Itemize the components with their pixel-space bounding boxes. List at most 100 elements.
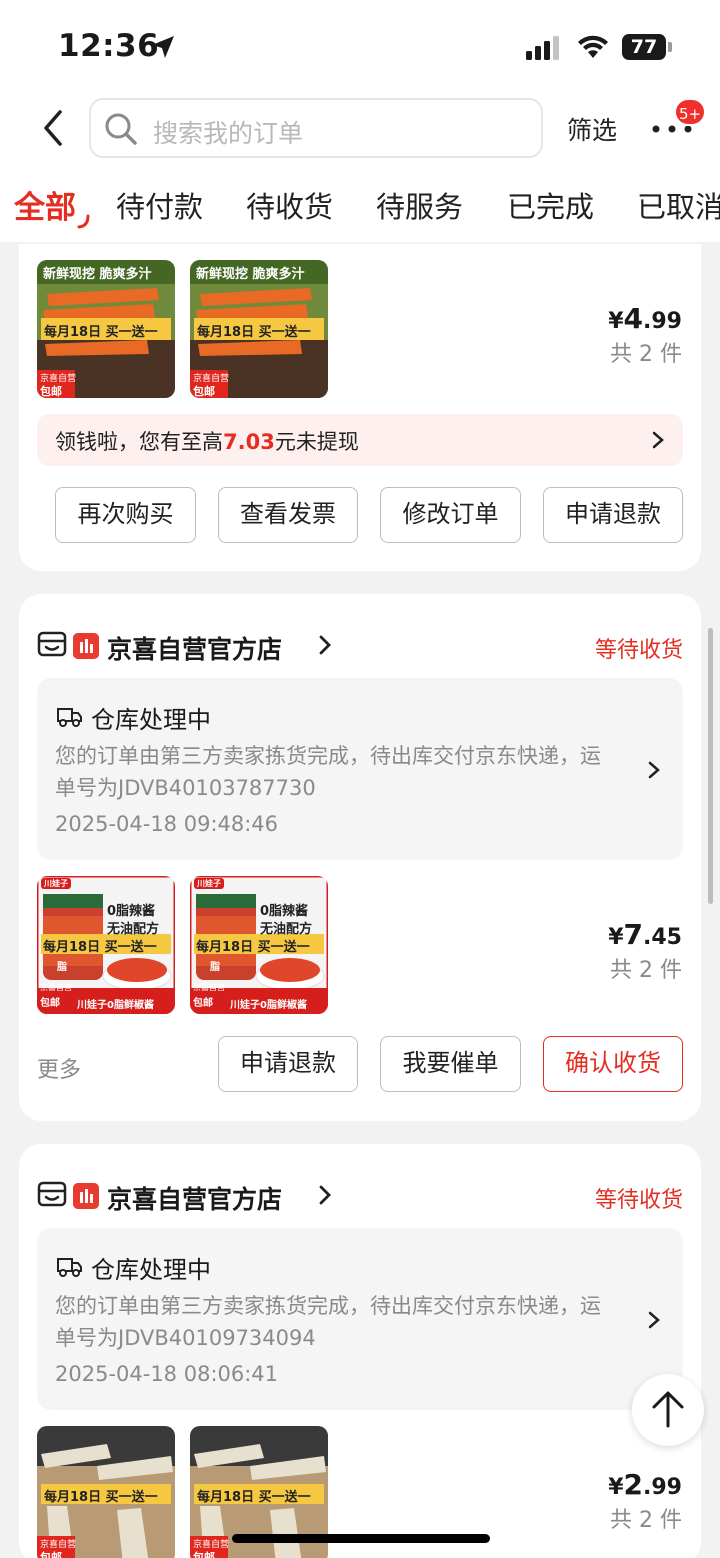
item-count: 共 2 件 [610,342,682,367]
product-jar-label: 脂 [210,962,220,973]
search-input[interactable]: 搜索我的订单 [89,98,543,158]
logistics-timestamp: 2025-04-18 09:48:46 [55,812,279,836]
product-jar-label: 脂 [57,962,67,973]
tab-completed[interactable]: 已完成 [507,184,594,226]
item-count: 共 2 件 [610,1508,682,1533]
clock: 12:36 [58,28,160,64]
product-promo: 每月18日 买一送一 [196,940,310,955]
product-caption: 川娃子0脂鲜椒酱 [230,1000,307,1011]
product-headline: 无油配方 [107,922,160,937]
buy-again-button[interactable]: 再次购买 [55,487,196,543]
truck-icon [57,1258,82,1277]
store-icon [37,1181,67,1207]
back-arrow-icon[interactable] [34,106,74,150]
order-price: ¥7.45 [608,918,682,951]
logistics-panel[interactable]: 仓库处理中 您的订单由第三方卖家拣货完成，待出库交付京东快递，运单号为JDVB4… [37,1228,683,1410]
currency-symbol: ¥ [608,925,624,950]
product-tag: 包邮 [193,998,213,1009]
price-integer: 2 [623,1468,644,1501]
product-banner: 新鲜现挖 脆爽多汁 [43,267,152,282]
price-decimal: .45 [643,925,682,950]
chevron-right-icon [652,431,664,449]
product-tag: 包邮 [40,385,62,398]
scrollbar[interactable] [708,628,713,904]
shop-logo-icon [73,633,99,659]
tab-pending-receipt[interactable]: 待收货 [246,184,333,226]
tab-pending-service[interactable]: 待服务 [376,184,463,226]
view-invoice-button[interactable]: 查看发票 [218,487,358,543]
product-brand: 川娃子 [41,878,71,889]
shop-header[interactable]: 京喜自营官方店 等待收货 [37,1180,683,1214]
product-promo: 每月18日 买一送一 [44,1490,158,1505]
cash-promo-banner[interactable]: 领钱啦，您有至高7.03元未提现 [37,414,683,466]
product-tag: 包邮 [193,1551,215,1558]
currency-symbol: ¥ [608,309,624,334]
search-placeholder: 搜索我的订单 [153,119,304,148]
product-thumbnail[interactable]: 新鲜现挖 脆爽多汁 每月18日 买一送一 京喜自营 包邮 [37,260,175,398]
request-refund-button[interactable]: 申请退款 [218,1036,358,1092]
currency-symbol: ¥ [608,1475,624,1500]
order-status: 等待收货 [594,638,683,663]
product-headline: 无油配方 [260,922,313,937]
product-tag: 包邮 [40,1551,62,1558]
order-card: 京喜自营官方店 等待收货 仓库处理中 您的订单由第三方卖家拣货完成，待出库交付京… [19,1144,701,1558]
home-indicator[interactable] [232,1534,490,1543]
logistics-title: 仓库处理中 [91,706,211,734]
shop-header[interactable]: 京喜自营官方店 等待收货 [37,630,683,664]
chevron-right-icon [648,761,660,779]
back-to-top-button[interactable] [632,1374,704,1446]
location-arrow-icon [152,36,174,58]
promo-text: 领钱啦，您有至高7.03元未提现 [55,426,359,456]
product-promo: 每月18日 买一送一 [43,940,157,955]
product-tag: 京喜自营 [40,983,72,992]
order-price: ¥4.99 [608,302,682,335]
search-icon [105,113,137,145]
order-card: 京喜自营官方店 等待收货 仓库处理中 您的订单由第三方卖家拣货完成，待出库交付京… [19,594,701,1121]
urge-order-button[interactable]: 我要催单 [380,1036,521,1092]
product-promo: 每月18日 买一送一 [197,1490,311,1505]
item-count: 共 2 件 [610,958,682,983]
product-caption: 川娃子0脂鲜椒酱 [77,1000,154,1011]
logistics-description: 您的订单由第三方卖家拣货完成，待出库交付京东快递，运单号为JDVB4010378… [55,744,601,800]
product-promo: 每月18日 买一送一 [44,325,158,340]
chevron-right-icon [319,635,331,655]
product-tag: 京喜自营 [193,983,225,992]
order-status: 等待收货 [594,1188,683,1213]
product-brand: 川娃子 [194,878,224,889]
header: 搜索我的订单 筛选 5+ 全部 待付款 待收货 待服务 已完成 已取消 [0,92,720,242]
product-headline: 0脂辣酱 [107,904,156,919]
filter-button[interactable]: 筛选 [567,111,617,147]
status-bar: 12:36 77 [0,0,720,92]
modify-order-button[interactable]: 修改订单 [380,487,521,543]
product-thumbnail[interactable]: 每月18日 买一送一 京喜自营 包邮 [37,1426,175,1558]
truck-icon [57,708,82,727]
logistics-panel[interactable]: 仓库处理中 您的订单由第三方卖家拣货完成，待出库交付京东快递，运单号为JDVB4… [37,678,683,860]
request-refund-button[interactable]: 申请退款 [543,487,683,543]
shop-name: 京喜自营官方店 [107,1185,283,1214]
logistics-timestamp: 2025-04-18 08:06:41 [55,1362,279,1386]
price-decimal: .99 [643,1475,682,1500]
store-icon [37,631,67,657]
product-thumbnail[interactable]: 川娃子 0脂辣酱 无油配方 每月18日 买一送一 脂 京喜自营 包邮 川娃子0脂… [37,876,175,1014]
battery-level: 77 [622,34,666,60]
chevron-right-icon [319,1185,331,1205]
price-integer: 7 [623,918,644,951]
product-thumbnail[interactable]: 新鲜现挖 脆爽多汁 每月18日 买一送一 京喜自营 包邮 [190,260,328,398]
wifi-icon [578,35,608,58]
more-actions-link[interactable]: 更多 [37,1052,81,1084]
price-decimal: .99 [643,309,682,334]
chevron-right-icon [648,1311,660,1329]
product-tag: 包邮 [40,998,60,1009]
tab-cancelled[interactable]: 已取消 [637,184,720,226]
product-thumbnail[interactable]: 川娃子 0脂辣酱 无油配方 每月18日 买一送一 脂 京喜自营 包邮 川娃子0脂… [190,876,328,1014]
order-price: ¥2.99 [608,1468,682,1501]
product-headline: 0脂辣酱 [260,904,309,919]
order-card: 新鲜现挖 脆爽多汁 每月18日 买一送一 京喜自营 包邮 新鲜现挖 脆爽多汁 每… [19,244,701,571]
logistics-title: 仓库处理中 [91,1256,211,1284]
order-tabs: 全部 待付款 待收货 待服务 已完成 已取消 [0,184,720,242]
promo-text-before: 领钱啦，您有至高 [55,430,223,454]
confirm-receipt-button[interactable]: 确认收货 [543,1036,683,1092]
tab-all[interactable]: 全部 [14,182,76,227]
tab-pending-payment[interactable]: 待付款 [116,184,203,226]
product-promo: 每月18日 买一送一 [197,325,311,340]
